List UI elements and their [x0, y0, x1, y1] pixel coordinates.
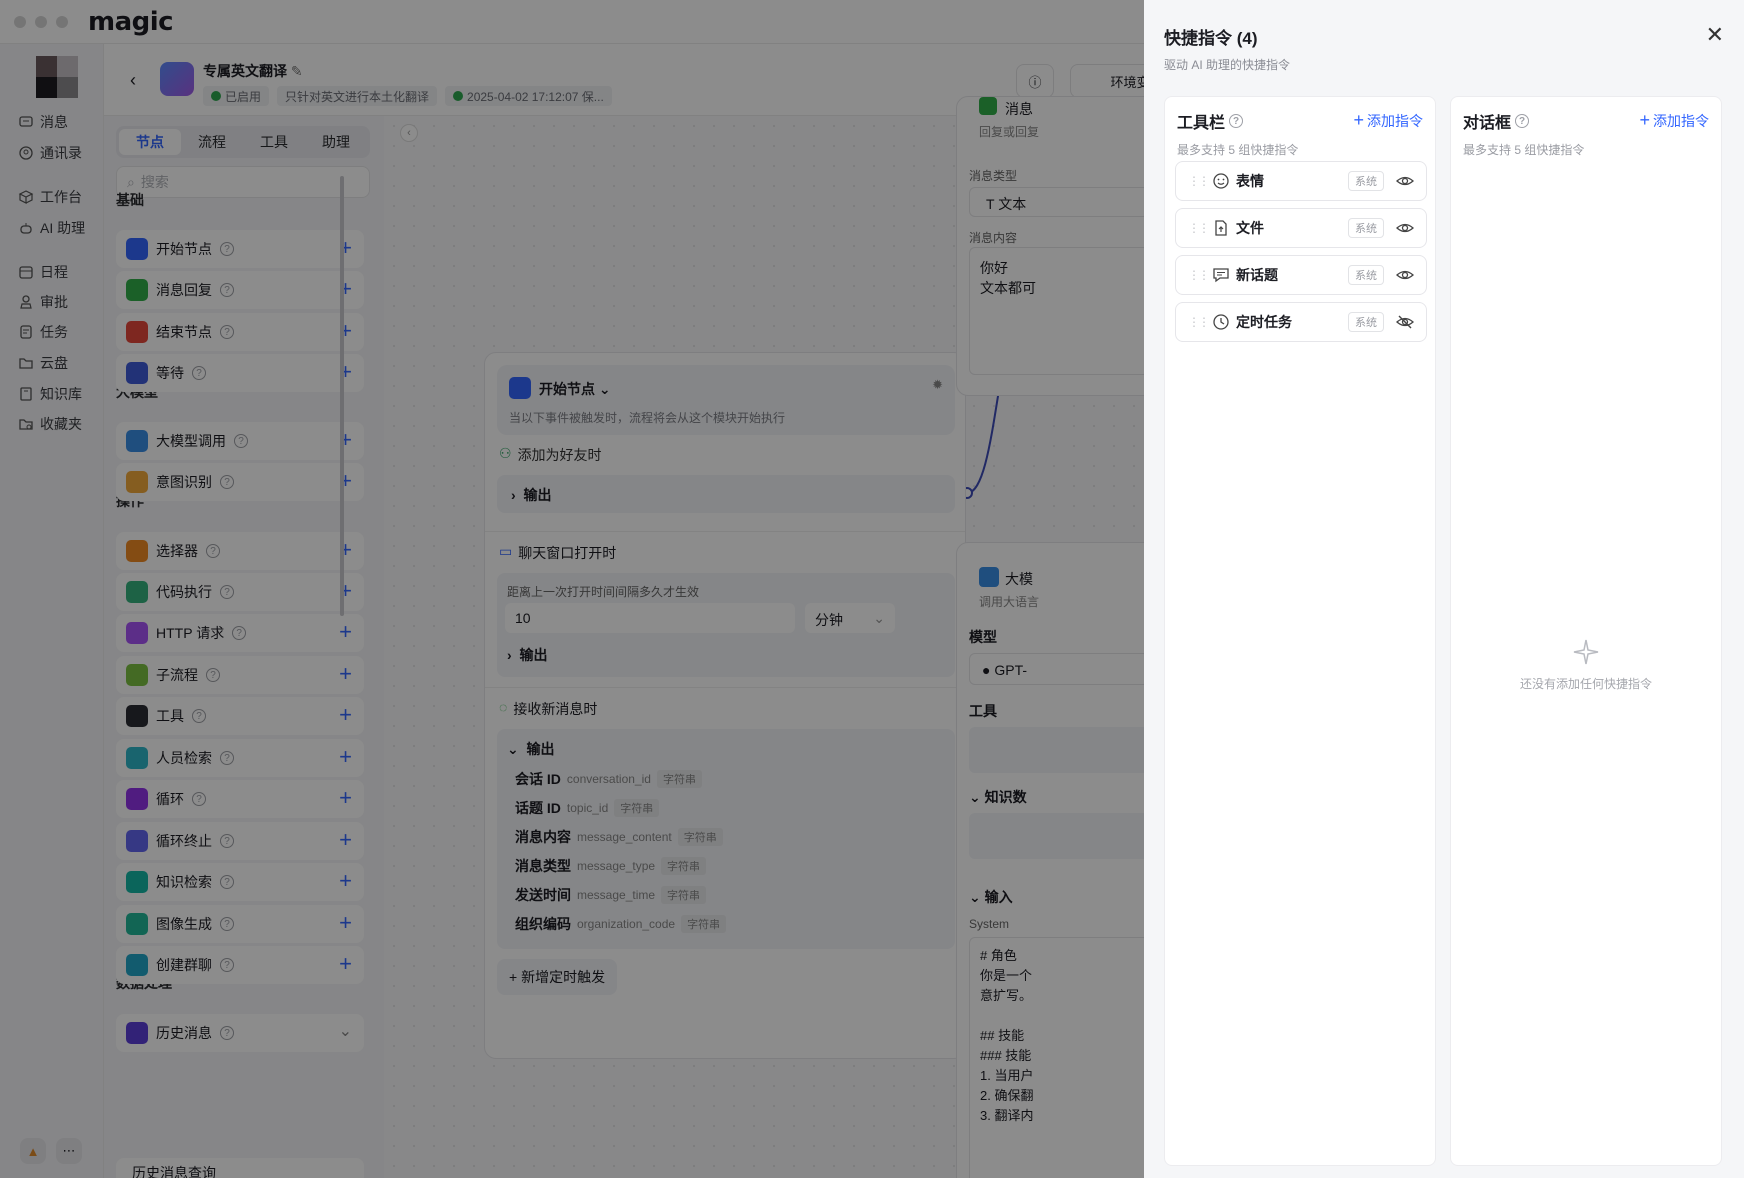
- dialog-add-button[interactable]: + 添加指令: [1639, 110, 1709, 131]
- dialog-note: 最多支持 5 组快捷指令: [1463, 143, 1585, 157]
- modal-overlay[interactable]: [0, 0, 1144, 1178]
- drag-handle-icon[interactable]: ⋮⋮: [1188, 174, 1210, 188]
- toolbar-title-text: 工具栏: [1177, 115, 1226, 132]
- new-topic-icon: [1213, 268, 1229, 283]
- add-label: 添加指令: [1367, 112, 1423, 129]
- shortcut-command-item[interactable]: ⋮⋮ 定时任务 系统: [1175, 302, 1427, 342]
- add-label: 添加指令: [1653, 112, 1709, 129]
- empty-text: 还没有添加任何快捷指令: [1519, 677, 1652, 691]
- eye-icon[interactable]: [1396, 172, 1414, 190]
- shortcut-drawer: 快捷指令 (4) 驱动 AI 助理的快捷指令 ✕ 工具栏? + 添加指令 最多支持…: [1144, 0, 1744, 1178]
- toolbar-column: 工具栏? + 添加指令 最多支持 5 组快捷指令 ⋮⋮ 表情 系统 ⋮⋮ 文件 系统 ⋮⋮ 新话…: [1164, 96, 1436, 1166]
- drag-handle-icon[interactable]: ⋮⋮: [1188, 315, 1210, 329]
- command-label: 表情: [1236, 173, 1264, 189]
- system-badge: 系统: [1348, 218, 1384, 238]
- toolbar-note: 最多支持 5 组快捷指令: [1177, 143, 1299, 157]
- shortcut-command-item[interactable]: ⋮⋮ 新话题 系统: [1175, 255, 1427, 295]
- drawer-subtitle: 驱动 AI 助理的快捷指令: [1164, 58, 1291, 72]
- clock-icon: [1213, 314, 1229, 330]
- file-upload-icon: [1215, 220, 1227, 236]
- sparkle-icon: [1573, 639, 1599, 665]
- shortcut-command-item[interactable]: ⋮⋮ 文件 系统: [1175, 208, 1427, 248]
- command-label: 文件: [1236, 220, 1264, 236]
- close-icon[interactable]: ✕: [1706, 22, 1724, 48]
- dialog-title-text: 对话框: [1463, 115, 1512, 132]
- empty-state: 还没有添加任何快捷指令: [1451, 637, 1721, 692]
- system-badge: 系统: [1348, 312, 1384, 332]
- app-window: magic 消息 通讯录 工作台 AI 助理 日程 审批 任务 云盘 知识库 收…: [0, 0, 1744, 1178]
- system-badge: 系统: [1348, 265, 1384, 285]
- drawer-title: 快捷指令 (4): [1164, 29, 1258, 48]
- shortcut-command-item[interactable]: ⋮⋮ 表情 系统: [1175, 161, 1427, 201]
- emoji-icon: [1213, 173, 1229, 189]
- command-label: 定时任务: [1236, 314, 1292, 330]
- help-icon[interactable]: ?: [1229, 114, 1244, 128]
- eye-icon[interactable]: [1396, 219, 1414, 237]
- drag-handle-icon[interactable]: ⋮⋮: [1188, 221, 1210, 235]
- plus-icon: +: [1639, 110, 1650, 130]
- command-label: 新话题: [1236, 267, 1278, 283]
- toolbar-add-button[interactable]: + 添加指令: [1353, 110, 1423, 131]
- system-badge: 系统: [1348, 171, 1384, 191]
- eye-off-icon[interactable]: [1396, 313, 1414, 331]
- eye-icon[interactable]: [1396, 266, 1414, 284]
- help-icon[interactable]: ?: [1515, 114, 1530, 128]
- plus-icon: +: [1353, 110, 1364, 130]
- dialog-column: 对话框? + 添加指令 最多支持 5 组快捷指令 还没有添加任何快捷指令: [1450, 96, 1722, 1166]
- toolbar-title: 工具栏?: [1177, 109, 1244, 133]
- drag-handle-icon[interactable]: ⋮⋮: [1188, 268, 1210, 282]
- dialog-title: 对话框?: [1463, 109, 1530, 133]
